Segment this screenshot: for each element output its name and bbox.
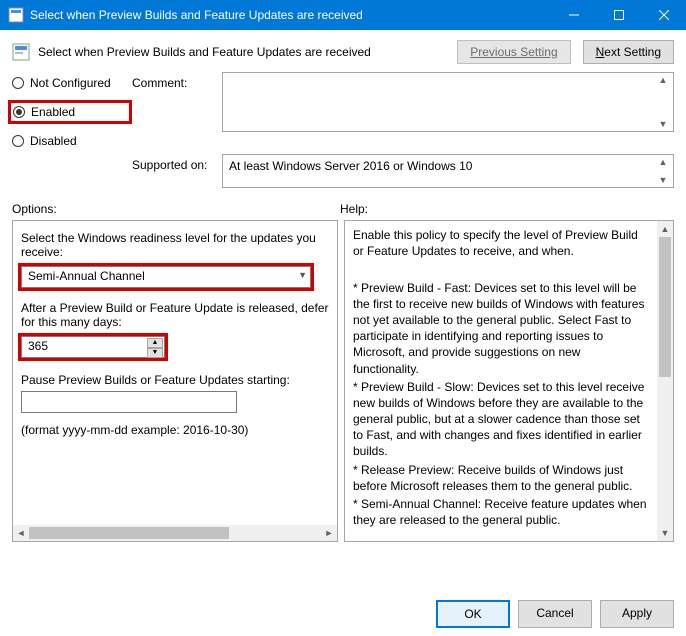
highlight-readiness: Semi-Annual Channel ▼ bbox=[18, 263, 314, 291]
pause-date-field[interactable] bbox=[21, 391, 237, 413]
ok-button[interactable]: OK bbox=[436, 600, 510, 628]
radio-not-configured[interactable]: Not Configured bbox=[12, 76, 132, 90]
scroll-down-icon[interactable]: ▼ bbox=[655, 173, 671, 187]
maximize-button[interactable] bbox=[596, 0, 641, 30]
scroll-down-icon[interactable]: ▼ bbox=[655, 117, 671, 131]
state-radio-group: Not Configured Enabled Disabled bbox=[12, 72, 132, 148]
spin-up-icon[interactable]: ▲ bbox=[147, 338, 163, 348]
previous-setting-button[interactable]: Previous Setting bbox=[457, 40, 570, 64]
defer-days-spinner[interactable]: 365 ▲ ▼ bbox=[21, 336, 165, 358]
window-title: Select when Preview Builds and Feature U… bbox=[30, 8, 551, 22]
comment-field[interactable]: ▲▼ bbox=[222, 72, 674, 132]
defer-label: After a Preview Build or Feature Update … bbox=[21, 301, 329, 329]
readiness-label: Select the Windows readiness level for t… bbox=[21, 231, 329, 259]
dialog-footer: OK Cancel Apply bbox=[436, 600, 674, 628]
comment-label: Comment: bbox=[132, 72, 222, 148]
help-panel: Enable this policy to specify the level … bbox=[344, 220, 674, 542]
format-hint: (format yyyy-mm-dd example: 2016-10-30) bbox=[21, 423, 329, 437]
scroll-up-icon[interactable]: ▲ bbox=[655, 155, 671, 169]
cancel-button[interactable]: Cancel bbox=[518, 600, 592, 628]
help-v-scrollbar[interactable]: ▲▼ bbox=[657, 221, 673, 541]
help-label: Help: bbox=[340, 202, 368, 216]
supported-label: Supported on: bbox=[132, 154, 222, 188]
options-panel: Select the Windows readiness level for t… bbox=[12, 220, 338, 542]
apply-button[interactable]: Apply bbox=[600, 600, 674, 628]
title-bar: Select when Preview Builds and Feature U… bbox=[0, 0, 686, 30]
pause-label: Pause Preview Builds or Feature Updates … bbox=[21, 373, 329, 387]
readiness-combo[interactable]: Semi-Annual Channel ▼ bbox=[21, 266, 311, 288]
options-h-scrollbar[interactable]: ◄► bbox=[13, 525, 337, 541]
supported-field: At least Windows Server 2016 or Windows … bbox=[222, 154, 674, 188]
radio-disabled[interactable]: Disabled bbox=[12, 134, 132, 148]
scroll-up-icon[interactable]: ▲ bbox=[655, 73, 671, 87]
minimize-button[interactable] bbox=[551, 0, 596, 30]
policy-icon bbox=[12, 43, 30, 61]
radio-enabled[interactable]: Enabled bbox=[13, 105, 123, 119]
spin-down-icon[interactable]: ▼ bbox=[147, 348, 163, 358]
highlight-defer: 365 ▲ ▼ bbox=[18, 333, 168, 361]
next-setting-button[interactable]: Next Setting bbox=[583, 40, 674, 64]
options-label: Options: bbox=[12, 202, 340, 216]
app-icon bbox=[8, 7, 24, 23]
close-button[interactable] bbox=[641, 0, 686, 30]
chevron-down-icon: ▼ bbox=[298, 270, 307, 280]
highlight-enabled: Enabled bbox=[8, 100, 132, 124]
header-text: Select when Preview Builds and Feature U… bbox=[38, 45, 457, 59]
